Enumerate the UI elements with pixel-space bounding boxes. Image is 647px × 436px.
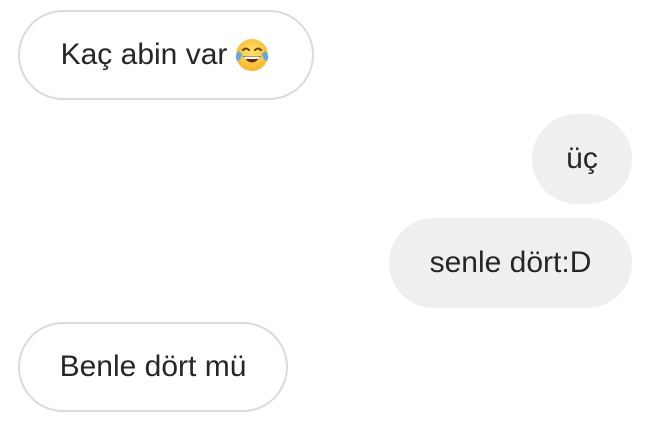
message-bubble-outgoing[interactable]: senle dört:D [389,218,632,308]
message-text: Benle dört mü [59,350,247,383]
message-text: Kaç abin var [60,38,228,71]
message-text: üç [566,142,598,175]
message-bubble-outgoing[interactable]: üç [532,114,632,204]
face-with-tears-of-joy-icon [233,36,271,74]
message-bubble-incoming[interactable]: Kaç abin var [18,10,314,100]
message-text: senle dört:D [429,246,592,279]
message-bubble-incoming[interactable]: Benle dört mü [18,322,288,412]
